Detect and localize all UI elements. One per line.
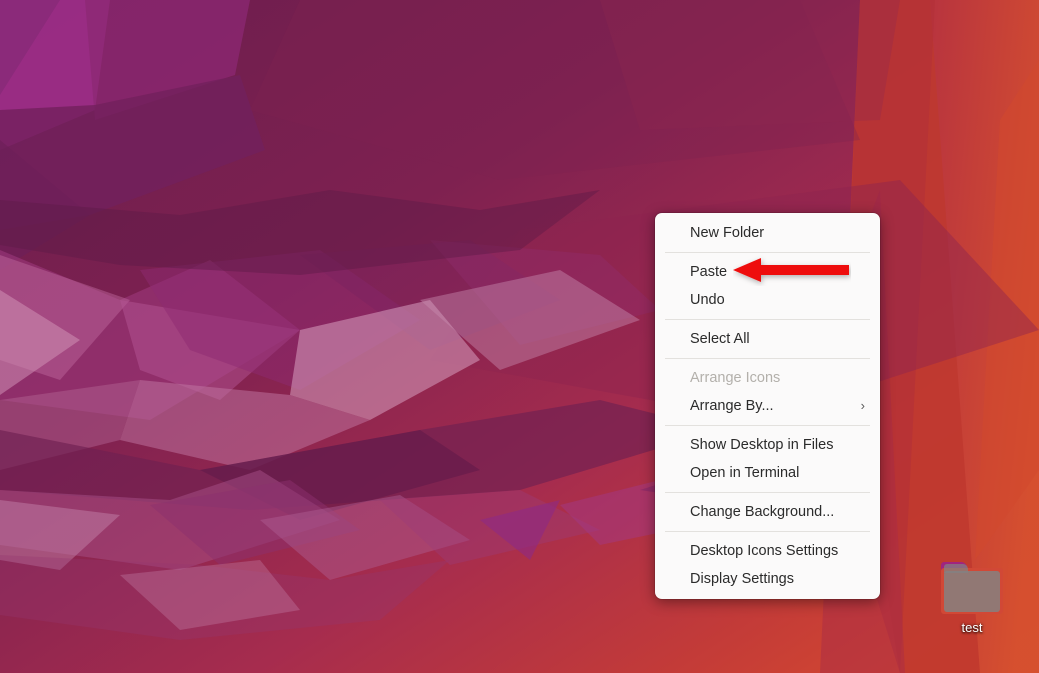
menu-item-label: Arrange By...: [690, 398, 774, 414]
menu-item-new-folder[interactable]: New Folder: [655, 219, 880, 247]
menu-item-label: Arrange Icons: [690, 370, 780, 386]
menu-item-label: Show Desktop in Files: [690, 437, 833, 453]
menu-item-label: Change Background...: [690, 504, 834, 520]
menu-item-label: Desktop Icons Settings: [690, 543, 838, 559]
desktop-root: test New Folder Paste Undo Select All Arrang…: [0, 0, 1039, 673]
menu-item-label: Display Settings: [690, 571, 794, 587]
desktop-icon-test[interactable]: test: [932, 562, 1012, 636]
desktop-wallpaper: [0, 0, 1039, 673]
menu-item-arrange-by[interactable]: Arrange By... ›: [655, 392, 880, 420]
menu-separator: [665, 425, 870, 426]
menu-separator: [665, 531, 870, 532]
menu-separator: [665, 358, 870, 359]
menu-item-label: New Folder: [690, 225, 764, 241]
folder-icon: [941, 562, 1003, 614]
menu-item-label: Undo: [690, 292, 725, 308]
menu-item-open-in-terminal[interactable]: Open in Terminal: [655, 459, 880, 487]
menu-item-change-background[interactable]: Change Background...: [655, 498, 880, 526]
menu-item-desktop-icons-settings[interactable]: Desktop Icons Settings: [655, 537, 880, 565]
menu-separator: [665, 252, 870, 253]
desktop-context-menu[interactable]: New Folder Paste Undo Select All Arrange Ico…: [655, 213, 880, 599]
desktop-icon-label: test: [932, 620, 1012, 636]
menu-separator: [665, 492, 870, 493]
menu-item-label: Open in Terminal: [690, 465, 799, 481]
menu-item-show-desktop-in-files[interactable]: Show Desktop in Files: [655, 431, 880, 459]
menu-item-label: Paste: [690, 264, 727, 280]
chevron-right-icon: ›: [861, 392, 865, 420]
menu-separator: [665, 319, 870, 320]
menu-item-select-all[interactable]: Select All: [655, 325, 880, 353]
menu-item-display-settings[interactable]: Display Settings: [655, 565, 880, 593]
menu-item-paste[interactable]: Paste: [655, 258, 880, 286]
menu-item-arrange-icons: Arrange Icons: [655, 364, 880, 392]
menu-item-undo[interactable]: Undo: [655, 286, 880, 314]
menu-item-label: Select All: [690, 331, 750, 347]
